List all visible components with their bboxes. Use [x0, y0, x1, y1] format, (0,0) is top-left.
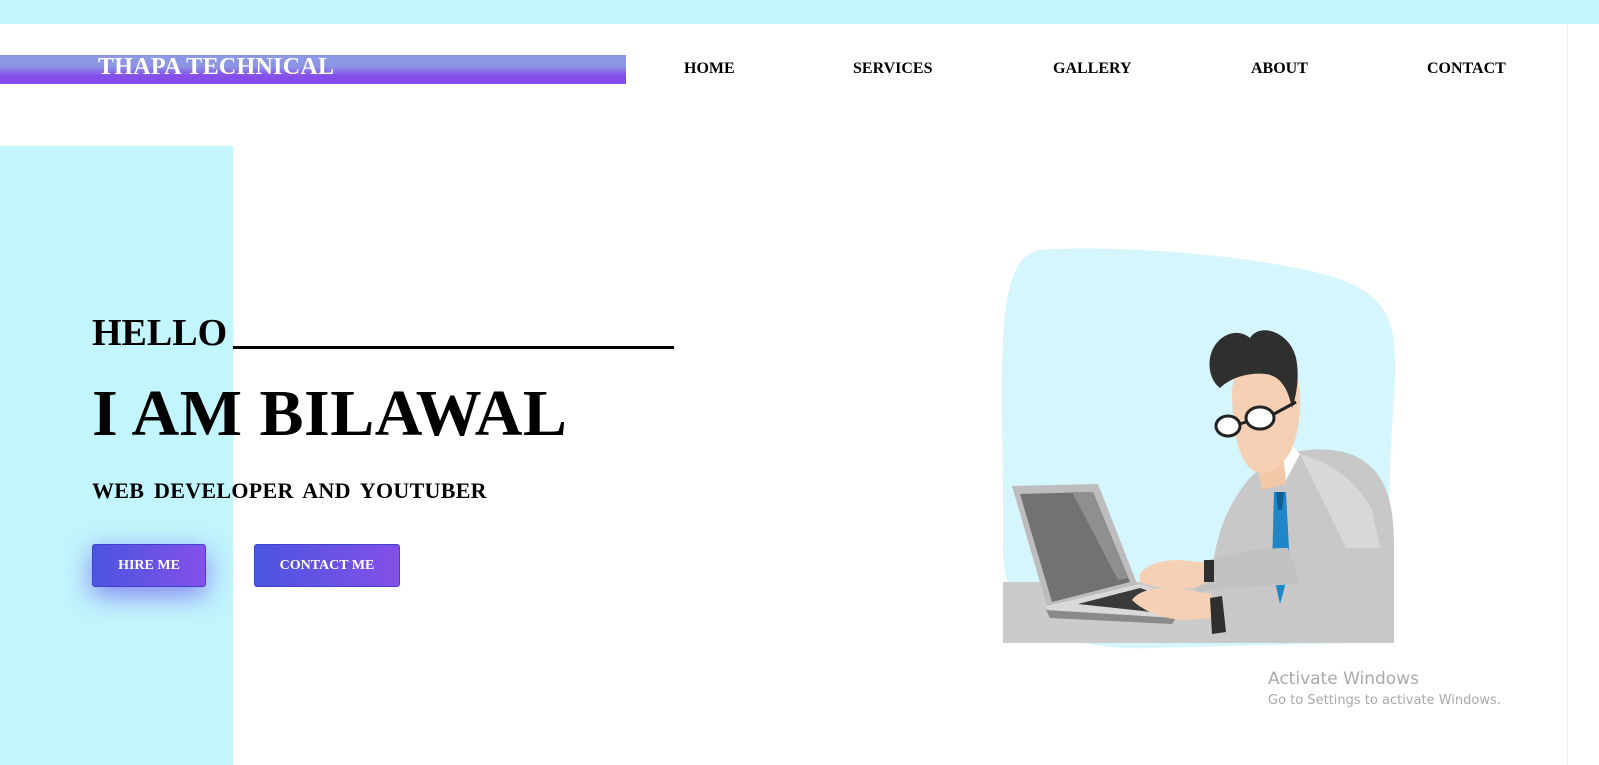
nav-services-link[interactable]: SERVICES [853, 60, 932, 78]
watermark-title: Activate Windows [1268, 669, 1419, 689]
brand-logo-text[interactable]: THAPA TECHNICAL [98, 54, 334, 81]
nav-contact-link[interactable]: CONTACT [1427, 60, 1506, 78]
greeting-underline [233, 346, 674, 349]
activate-windows-watermark: Activate Windows Go to Settings to activ… [1268, 669, 1501, 708]
watermark-subtitle: Go to Settings to activate Windows. [1268, 693, 1501, 708]
hero-greeting: HELLO [92, 312, 228, 354]
hero-subtitle: WEB DEVELOPER AND YOUTUBER [92, 478, 487, 503]
page-right-edge [1567, 24, 1599, 765]
hero-headline: I AM BILAWAL [92, 377, 568, 450]
nav-gallery-link[interactable]: GALLERY [1053, 60, 1132, 78]
hire-me-button[interactable]: HIRE ME [92, 544, 206, 587]
contact-me-button[interactable]: CONTACT ME [254, 544, 400, 587]
left-accent-panel [0, 146, 233, 765]
man-with-laptop-illustration [1001, 248, 1396, 649]
nav-about-link[interactable]: ABOUT [1251, 60, 1308, 78]
nav-home-link[interactable]: HOME [684, 60, 735, 78]
top-accent-strip [0, 0, 1599, 24]
